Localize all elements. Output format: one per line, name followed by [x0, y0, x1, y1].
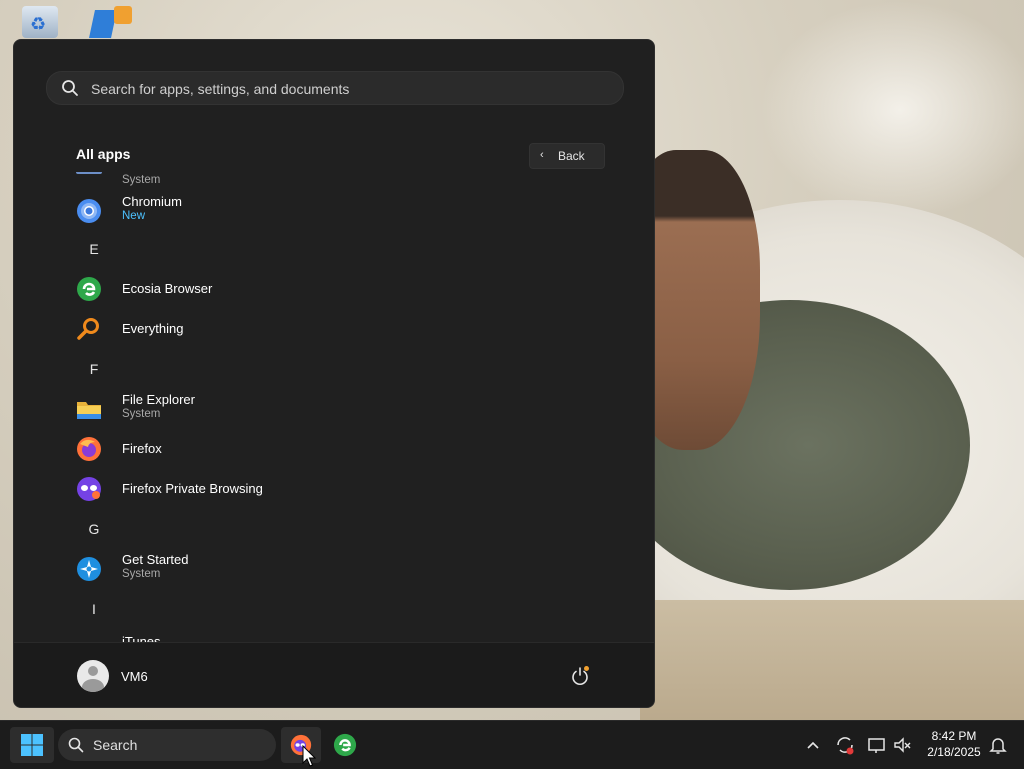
app-name: Firefox	[122, 441, 162, 456]
desktop-app-icon[interactable]	[89, 6, 132, 38]
wallpaper-highlight	[760, 0, 1024, 220]
ecosia-icon	[77, 277, 101, 301]
app-name: iTunes	[122, 634, 161, 642]
ecosia-icon	[333, 733, 357, 757]
get-started-icon	[77, 557, 101, 581]
bell-icon[interactable]	[988, 733, 1008, 757]
app-name: Chromium	[122, 194, 182, 209]
mouse-cursor-icon	[302, 745, 316, 767]
list-item-partial[interactable]: System	[64, 172, 604, 192]
app-name: Firefox Private Browsing	[122, 481, 263, 496]
app-name: Everything	[122, 321, 184, 336]
list-item-itunes[interactable]: iTunes	[64, 630, 604, 642]
everything-icon	[77, 318, 99, 340]
app-subtitle: System	[122, 174, 161, 186]
start-search-box[interactable]	[46, 71, 624, 106]
recycle-bin-icon[interactable]: ♻	[22, 6, 58, 38]
user-name[interactable]: VM6	[121, 669, 148, 684]
search-icon	[62, 80, 78, 96]
app-name: Get Started	[122, 552, 189, 567]
search-icon	[68, 737, 84, 753]
list-item-everything[interactable]: Everything	[64, 310, 604, 348]
all-apps-title: All apps	[76, 146, 131, 162]
all-apps-list[interactable]: System Chromium New E Ecosia Browser Eve…	[14, 172, 654, 642]
list-item-file-explorer[interactable]: File Explorer System	[64, 390, 604, 428]
taskbar-ecosia[interactable]	[325, 727, 365, 763]
letter-header-e[interactable]: E	[84, 241, 104, 257]
clock-time: 8:42 PM	[931, 729, 977, 743]
search-input[interactable]	[89, 72, 613, 106]
volume-muted-icon[interactable]	[892, 733, 914, 757]
letter-header-i[interactable]: I	[84, 601, 104, 617]
folder-icon	[77, 402, 101, 419]
back-label: Back	[558, 149, 585, 163]
app-subtitle: System	[122, 408, 161, 420]
new-badge: New	[122, 210, 146, 222]
clock-date: 2/18/2025	[927, 745, 981, 759]
list-item-firefox-private[interactable]: Firefox Private Browsing	[64, 470, 604, 508]
taskbar: Search 8:42 PM 2/18/2025	[0, 720, 1024, 769]
list-item-firefox[interactable]: Firefox	[64, 430, 604, 468]
wallpaper-floor	[640, 600, 1024, 720]
firefox-private-icon	[77, 477, 101, 501]
chevron-up-icon[interactable]	[804, 733, 822, 757]
list-item-chromium[interactable]: Chromium New	[64, 192, 604, 230]
network-icon[interactable]	[866, 733, 888, 757]
firefox-icon	[77, 437, 101, 461]
power-icon[interactable]	[569, 665, 591, 687]
taskbar-search[interactable]: Search	[58, 729, 276, 761]
letter-header-g[interactable]: G	[84, 521, 104, 537]
start-menu: All apps ‹ Back System Chromium New E	[13, 39, 655, 708]
windows-logo-icon	[21, 734, 43, 756]
list-item-get-started[interactable]: Get Started System	[64, 550, 604, 588]
list-item-ecosia-browser[interactable]: Ecosia Browser	[64, 270, 604, 308]
chromium-icon	[77, 199, 101, 223]
letter-header-f[interactable]: F	[84, 361, 104, 377]
system-app-icon	[76, 172, 102, 174]
taskbar-search-label: Search	[93, 737, 138, 753]
taskbar-clock[interactable]: 8:42 PM 2/18/2025	[916, 728, 992, 760]
app-name: File Explorer	[122, 392, 195, 407]
user-avatar[interactable]	[77, 660, 109, 692]
sync-icon[interactable]	[834, 733, 856, 757]
chevron-left-icon: ‹	[540, 149, 544, 161]
start-button[interactable]	[10, 727, 54, 763]
start-menu-footer: VM6	[14, 642, 654, 707]
back-button[interactable]: ‹ Back	[529, 143, 605, 169]
app-name: Ecosia Browser	[122, 281, 213, 296]
app-subtitle: System	[122, 568, 161, 580]
